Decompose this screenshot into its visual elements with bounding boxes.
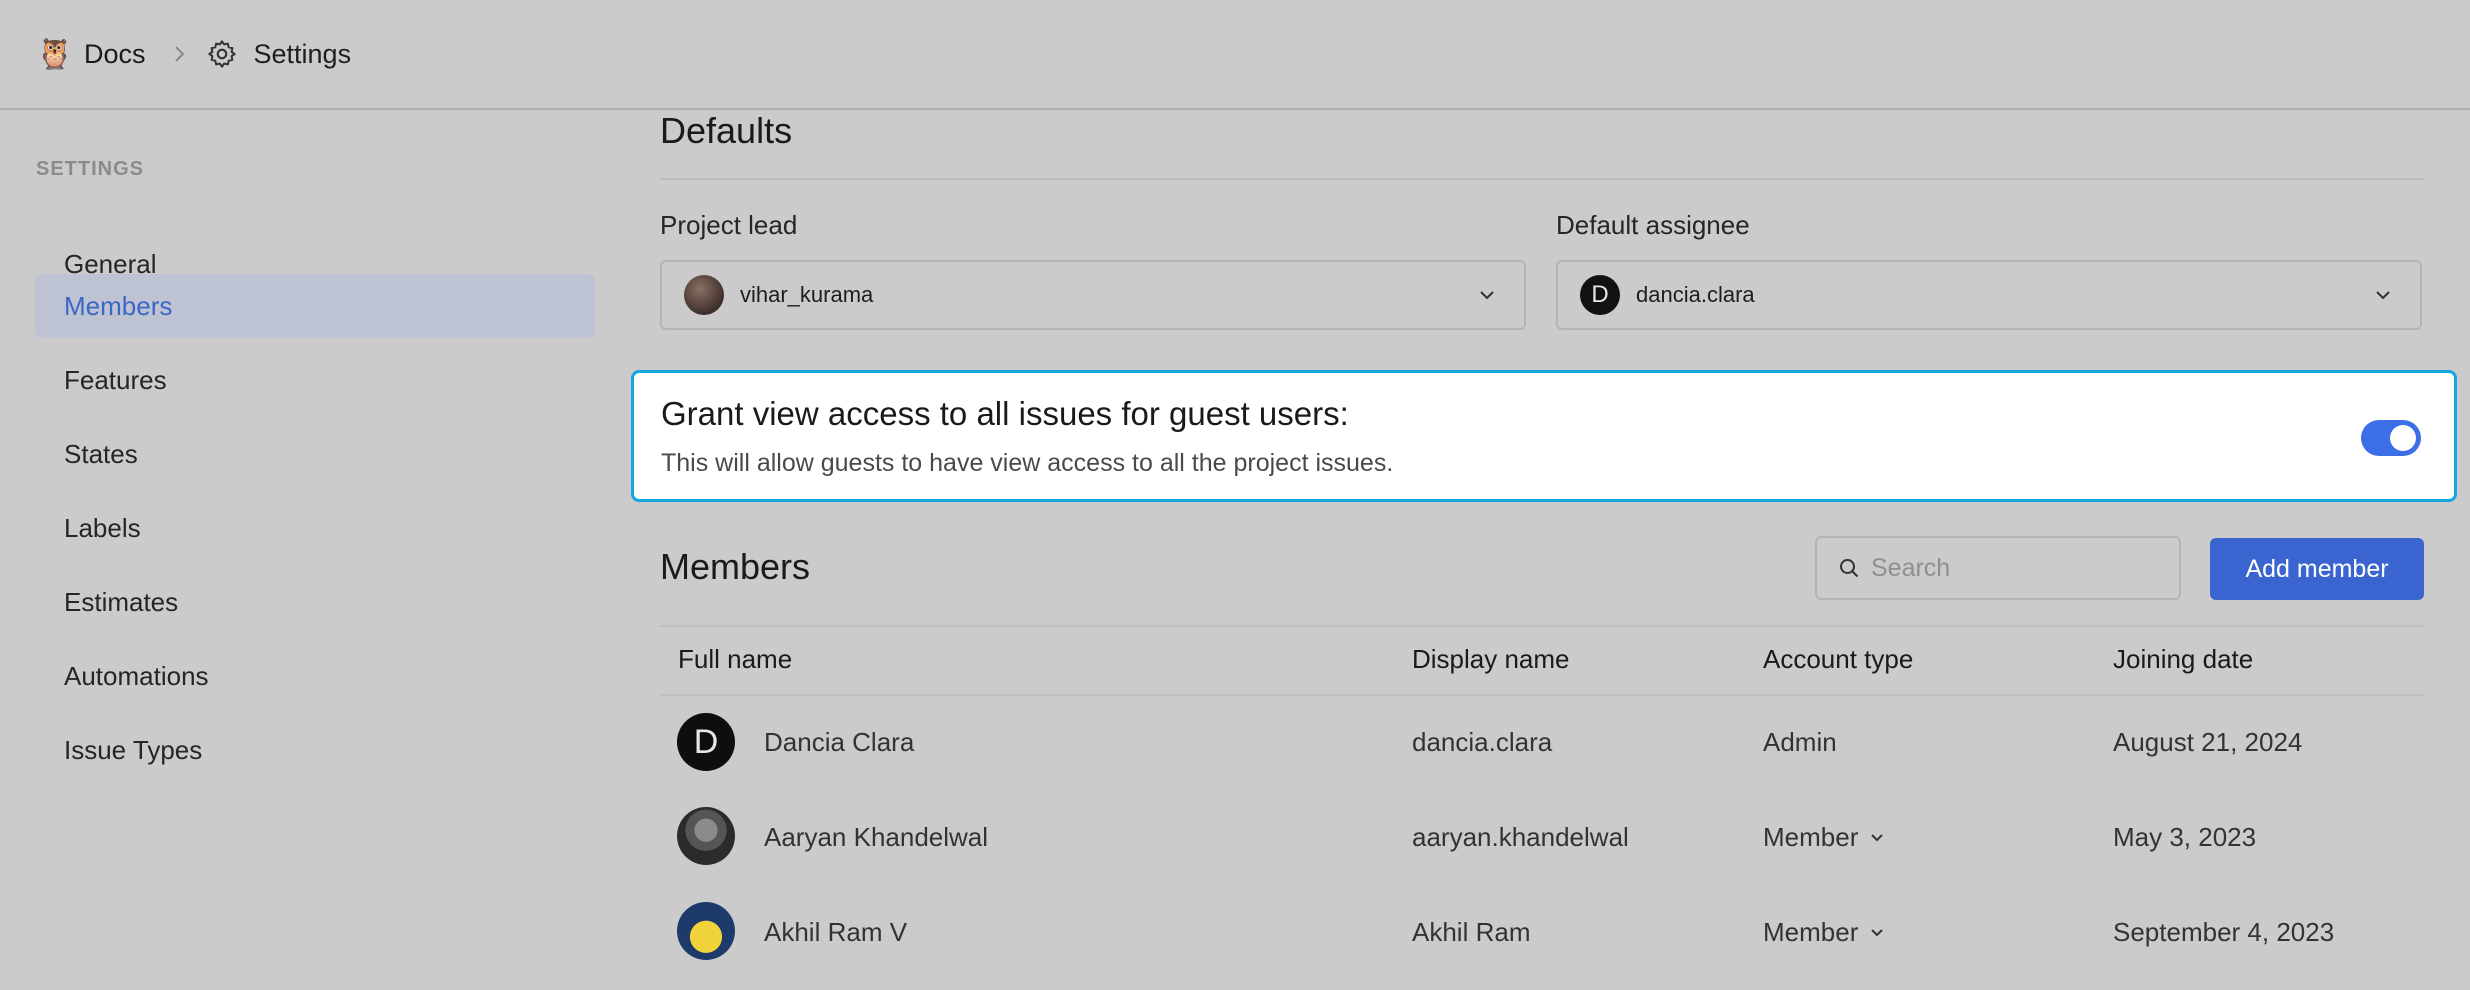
avatar bbox=[677, 902, 735, 960]
breadcrumb-project-link[interactable]: Docs bbox=[84, 39, 146, 70]
member-search[interactable] bbox=[1815, 536, 2181, 600]
breadcrumb-current-page: Settings bbox=[253, 38, 352, 69]
sidebar-heading: SETTINGS bbox=[36, 158, 145, 180]
sidebar-item-automations[interactable]: Automations bbox=[35, 644, 595, 708]
guest-access-title: Grant view access to all issues for gues… bbox=[661, 395, 1349, 432]
settings-sidebar: SETTINGS General Members Features States… bbox=[0, 110, 600, 990]
member-full-name: Dancia Clara bbox=[764, 727, 915, 757]
project-lead-select[interactable]: vihar_kurama bbox=[660, 260, 1526, 330]
member-account-type: Member bbox=[1763, 917, 1859, 947]
guest-access-description: This will allow guests to have view acce… bbox=[661, 449, 1394, 477]
table-header-divider bbox=[660, 694, 2424, 696]
chevron-down-icon bbox=[1871, 928, 1884, 936]
add-member-button[interactable]: Add member bbox=[2210, 538, 2424, 600]
account-type-dropdown[interactable]: Member bbox=[1763, 822, 1884, 853]
guest-access-toggle[interactable] bbox=[2361, 420, 2421, 456]
member-account-type: Admin bbox=[1763, 727, 1837, 757]
member-full-name: Aaryan Khandelwal bbox=[764, 822, 989, 852]
owl-project-icon: 🦉 bbox=[36, 37, 74, 71]
column-header-full-name: Full name bbox=[678, 644, 793, 674]
sidebar-item-issue-types[interactable]: Issue Types bbox=[35, 718, 595, 782]
default-assignee-value: dancia.clara bbox=[1636, 282, 1755, 307]
chevron-down-icon bbox=[1480, 291, 1494, 300]
chevron-right-icon bbox=[174, 46, 184, 62]
account-type-dropdown[interactable]: Member bbox=[1763, 917, 1884, 948]
top-bar: 🦉 Docs Settings bbox=[0, 0, 2470, 110]
member-joining-date: August 21, 2024 bbox=[2113, 727, 2303, 757]
defaults-title: Defaults bbox=[660, 110, 793, 151]
member-full-name: Akhil Ram V bbox=[764, 917, 908, 947]
section-divider bbox=[660, 178, 2424, 180]
breadcrumb: 🦉 Docs Settings bbox=[36, 37, 351, 72]
member-joining-date: May 3, 2023 bbox=[2113, 822, 2257, 852]
column-header-account-type: Account type bbox=[1763, 644, 1914, 674]
search-input[interactable] bbox=[1869, 552, 2173, 584]
member-account-type: Member bbox=[1763, 822, 1859, 852]
guest-access-card: Grant view access to all issues for gues… bbox=[631, 370, 2457, 502]
sidebar-item-estimates[interactable]: Estimates bbox=[35, 570, 595, 634]
default-assignee-select[interactable]: D dancia.clara bbox=[1556, 260, 2422, 330]
member-display-name: dancia.clara bbox=[1412, 727, 1553, 757]
default-assignee-label: Default assignee bbox=[1556, 210, 1750, 240]
avatar bbox=[677, 807, 735, 865]
sidebar-item-labels[interactable]: Labels bbox=[35, 496, 595, 560]
avatar: D bbox=[1580, 275, 1620, 315]
member-display-name: Akhil Ram bbox=[1412, 917, 1531, 947]
sidebar-item-states[interactable]: States bbox=[35, 422, 595, 486]
avatar: D bbox=[677, 713, 735, 771]
member-joining-date: September 4, 2023 bbox=[2113, 917, 2335, 947]
project-lead-label: Project lead bbox=[660, 210, 798, 240]
column-header-joining-date: Joining date bbox=[2113, 644, 2254, 674]
sidebar-item-features[interactable]: Features bbox=[35, 348, 595, 412]
column-header-display-name: Display name bbox=[1412, 644, 1570, 674]
chevron-down-icon bbox=[1871, 833, 1884, 841]
gear-icon bbox=[207, 40, 236, 68]
project-lead-value: vihar_kurama bbox=[740, 282, 874, 307]
avatar bbox=[684, 275, 724, 315]
table-divider bbox=[660, 625, 2424, 627]
members-title: Members bbox=[660, 546, 811, 587]
toggle-knob bbox=[2390, 425, 2416, 451]
chevron-down-icon bbox=[2376, 291, 2390, 300]
member-display-name: aaryan.khandelwal bbox=[1412, 822, 1629, 852]
search-icon bbox=[1840, 559, 1859, 578]
sidebar-item-members[interactable]: Members bbox=[35, 274, 595, 338]
